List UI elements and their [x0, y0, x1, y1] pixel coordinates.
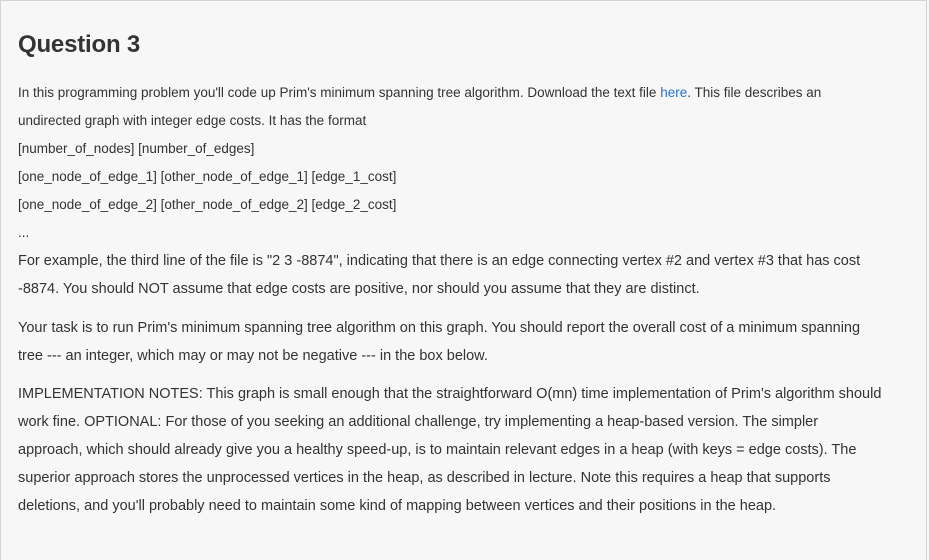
- intro-line-1: In this programming problem you'll code …: [18, 79, 898, 107]
- example-paragraph: For example, the third line of the file …: [18, 247, 918, 303]
- intro-line-2: undirected graph with integer edge costs…: [18, 113, 367, 128]
- notes-line-1: IMPLEMENTATION NOTES: This graph is smal…: [18, 386, 882, 402]
- implementation-notes-paragraph: IMPLEMENTATION NOTES: This graph is smal…: [18, 380, 918, 520]
- task-line-1: Your task is to run Prim's minimum spann…: [18, 320, 861, 336]
- example-line-2: -8874. You should NOT assume that edge c…: [18, 281, 700, 297]
- format-line-header: [number_of_nodes] [number_of_edges]: [18, 141, 255, 156]
- download-file-link[interactable]: here: [660, 85, 687, 100]
- intro-paragraph: In this programming problem you'll code …: [18, 79, 898, 135]
- file-format-block: [number_of_nodes] [number_of_edges] [one…: [18, 135, 898, 247]
- task-paragraph: Your task is to run Prim's minimum spann…: [18, 314, 918, 370]
- question-panel: Question 3 In this programming problem y…: [0, 0, 927, 560]
- notes-line-4: superior approach stores the unprocessed…: [18, 470, 831, 486]
- notes-line-2: work fine. OPTIONAL: For those of you se…: [18, 414, 819, 430]
- question-title: Question 3: [18, 31, 141, 58]
- format-line-edge-2: [one_node_of_edge_2] [other_node_of_edge…: [18, 197, 397, 212]
- intro-text-after-link: . This file describes an: [687, 85, 822, 100]
- notes-line-3: approach, which should already give you …: [18, 442, 857, 458]
- task-line-2: tree --- an integer, which may or may no…: [18, 348, 488, 364]
- format-line-ellipsis: ...: [18, 225, 30, 240]
- notes-line-5: deletions, and you'll probably need to m…: [18, 498, 777, 514]
- example-line-1: For example, the third line of the file …: [18, 253, 861, 269]
- format-line-edge-1: [one_node_of_edge_1] [other_node_of_edge…: [18, 169, 397, 184]
- intro-text-before-link: In this programming problem you'll code …: [18, 85, 661, 100]
